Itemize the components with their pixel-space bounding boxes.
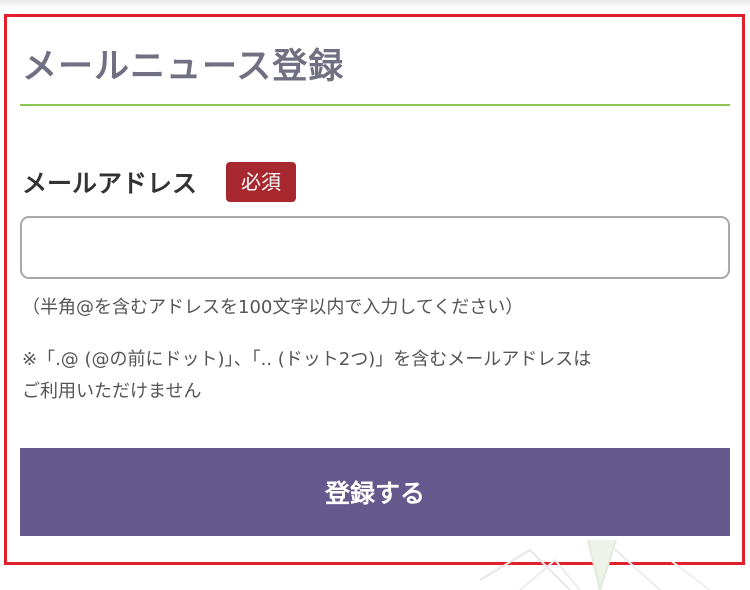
page-title: メールニュース登録 (22, 47, 345, 87)
email-note-line-2: ご利用いただけません (22, 381, 202, 402)
email-note: ※「.@ (@の前にドット)」、「.. (ドット2つ)」を含むメールアドレスは … (22, 344, 732, 408)
register-button[interactable]: 登録する (20, 448, 730, 536)
top-shadow-strip (0, 0, 750, 8)
email-note-line-1: ※「.@ (@の前にドット)」、「.. (ドット2つ)」を含むメールアドレスは (22, 349, 592, 370)
email-label: メールアドレス (22, 169, 198, 198)
email-field[interactable] (20, 216, 730, 279)
required-badge: 必須 (226, 162, 296, 202)
title-divider (20, 104, 730, 106)
email-hint: （半角@を含むアドレスを100文字以内で入力してください） (22, 297, 524, 318)
